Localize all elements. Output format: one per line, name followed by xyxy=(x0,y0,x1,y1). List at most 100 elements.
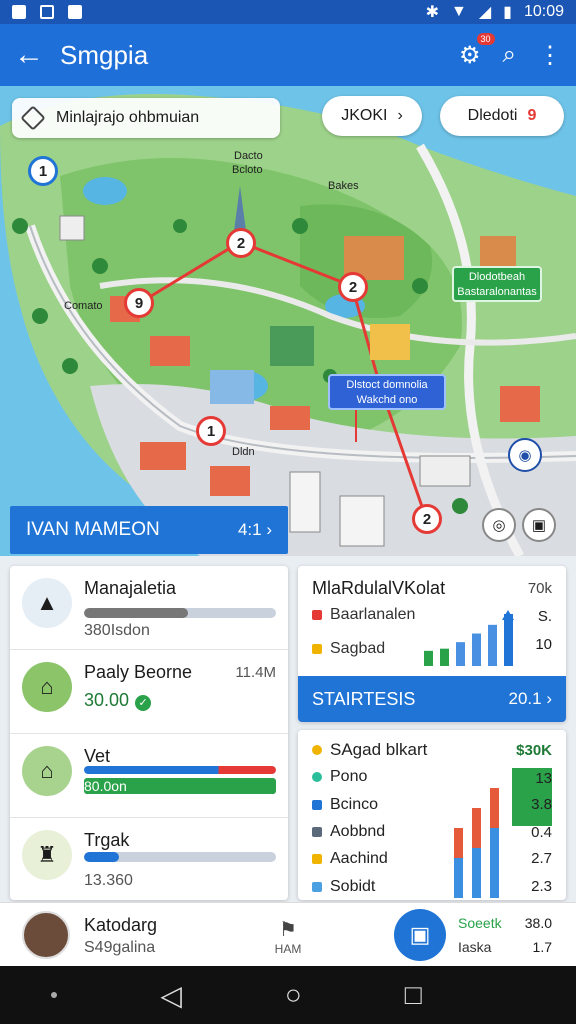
back-arrow-icon[interactable]: ← xyxy=(14,38,54,72)
mini-bar xyxy=(456,642,465,666)
progress-bar xyxy=(84,852,276,862)
breakdown-row: Sobidt xyxy=(312,878,375,896)
statistics-button[interactable]: STAIRTESIS 20.1 › xyxy=(298,676,566,722)
layers-icon[interactable]: ▣ xyxy=(522,508,556,542)
row-swatch xyxy=(312,772,322,782)
list-item-name: Vet xyxy=(84,746,111,766)
map-search-text: Minlajrajo ohbmuian xyxy=(56,109,200,126)
district-label-tag[interactable]: Dlstoct domnolia Wakchd ono xyxy=(328,374,446,410)
temple-icon: ⌂ xyxy=(22,662,72,712)
map-search-bar[interactable]: Minlajrajo ohbmuian xyxy=(12,98,280,138)
map-marker[interactable]: 2 xyxy=(338,272,368,302)
destination-pill-label: Dledoti xyxy=(467,107,518,124)
legend-value: 10 xyxy=(535,636,552,653)
profile-metric-value: 1.7 xyxy=(532,939,552,955)
breakdown-header: SAgad blkart xyxy=(312,740,427,760)
list-item-subtext: 80.0on xyxy=(84,778,127,794)
chevron-right-icon: › xyxy=(397,107,403,124)
map-info-banner[interactable]: IVAN MAMEON 4:1 › xyxy=(10,506,288,554)
app-notification-icon xyxy=(68,5,82,19)
status-time: 10:09 xyxy=(523,3,564,20)
mini-bar xyxy=(488,624,497,666)
legend-swatch xyxy=(312,610,322,620)
map-label-bakes: Bakes xyxy=(328,180,359,192)
mini-bar-chart xyxy=(424,610,514,666)
list-item-subtext: 380Isdon xyxy=(84,622,150,639)
profile-subtext: S49galina xyxy=(84,939,156,956)
map-marker[interactable]: 9 xyxy=(124,288,154,318)
breakdown-row-label: Bcinco xyxy=(330,796,379,813)
compass-icon[interactable]: ◎ xyxy=(482,508,516,542)
mini-bar xyxy=(504,614,513,666)
breakdown-header-label: SAgad blkart xyxy=(330,740,428,759)
back-triangle-icon[interactable]: ◁ xyxy=(160,979,182,1012)
breakdown-row: Pono xyxy=(312,768,367,786)
list-item[interactable]: ♜ Trgak 13.360 xyxy=(10,818,288,902)
progress-bar xyxy=(84,766,276,774)
bluetooth-icon: ✱ xyxy=(425,4,439,21)
filter-pill-button[interactable]: JKOKI › xyxy=(322,96,422,136)
area-tag-line1: Dlodotbeah xyxy=(468,271,526,283)
map-label-dldn: Dldn xyxy=(232,446,255,458)
mini-bar xyxy=(424,650,433,666)
statistics-value: 20.1 › xyxy=(508,689,552,708)
filter-pill-label: JKOKI xyxy=(341,107,388,124)
location-pin-icon[interactable]: ◉ xyxy=(508,438,542,472)
signal-icon: ◢ xyxy=(478,4,492,21)
destination-pill-button[interactable]: Dledoti 9 xyxy=(440,96,564,136)
home-circle-icon[interactable]: ○ xyxy=(285,979,302,1011)
statue-icon: ♜ xyxy=(22,830,72,880)
list-item-subtext: 30.00 ✓ xyxy=(84,690,152,711)
list-item-name: Paaly Beorne xyxy=(84,662,193,682)
progress-fill xyxy=(84,766,276,774)
stack-bar-segment xyxy=(472,848,481,898)
map-marker[interactable]: 2 xyxy=(412,504,442,534)
stats-summary-card: MlaRdulalVKolat 70k Baarlanalen Sagbad S… xyxy=(298,566,566,722)
map-marker[interactable]: 1 xyxy=(28,156,58,186)
breakdown-row-label: Pono xyxy=(330,768,368,785)
recents-square-icon[interactable]: □ xyxy=(405,979,422,1011)
map-label-bcloto: Bcloto xyxy=(232,164,263,176)
list-item[interactable]: ⌂ Paaly Beorne 11.4M 30.00 ✓ xyxy=(10,650,288,734)
overflow-menu-icon[interactable]: ⋮ xyxy=(538,41,562,70)
destination-pill-number: 9 xyxy=(527,107,537,124)
ham-button[interactable]: ⚑ HAM xyxy=(268,917,308,956)
stats-card-title-value: 70k xyxy=(527,580,552,597)
app-bar: ← Smgpia ⚙ 30 ⌕ ⋮ xyxy=(0,24,576,86)
mini-bar xyxy=(440,648,449,666)
nav-dot xyxy=(51,992,58,998)
profile-metric-label: Soeetk xyxy=(458,915,502,931)
legend-value: S. xyxy=(537,608,552,625)
area-tag-line2: Bastaralonantas xyxy=(457,286,537,298)
map-label-comato: Comato xyxy=(64,300,103,312)
row-swatch xyxy=(312,882,322,892)
area-label-tag[interactable]: Dlodotbeah Bastaralonantas xyxy=(452,266,542,302)
breakdown-row: Aachind xyxy=(312,850,388,868)
map-banner-label: IVAN MAMEON xyxy=(26,519,160,540)
avatar[interactable] xyxy=(22,911,70,959)
map-marker[interactable]: 1 xyxy=(196,416,226,446)
breakdown-row-label: Aobbnd xyxy=(330,823,386,840)
list-item[interactable]: ⌂ Vet 80.0on xyxy=(10,734,288,818)
notification-badge: 30 xyxy=(476,32,495,45)
list-item[interactable]: ▲ Manajaletia 380Isdon xyxy=(10,566,288,650)
breakdown-row-value: 13 xyxy=(535,770,552,787)
map-view[interactable]: Minlajrajo ohbmuian JKOKI › Dledoti 9 Da… xyxy=(0,86,576,556)
progress-fill xyxy=(84,852,119,862)
map-label-dacto: Dacto xyxy=(234,150,263,162)
settings-gear-icon[interactable]: ⚙ 30 xyxy=(459,32,495,70)
status-bar: ✱ ▼ ◢ ▮ 10:09 xyxy=(0,0,576,24)
navigation-icon xyxy=(20,105,46,131)
stack-bar-segment xyxy=(454,828,463,858)
flag-icon: ⚑ xyxy=(279,919,297,941)
legend-row: Sagbad xyxy=(312,640,385,658)
search-icon[interactable]: ⌕ xyxy=(503,41,516,69)
home-fab-button[interactable]: ▣ xyxy=(394,909,446,961)
list-item-name: Manajaletia xyxy=(84,578,177,598)
row-swatch xyxy=(312,827,322,837)
wifi-icon: ▼ xyxy=(450,3,467,20)
map-marker[interactable]: 2 xyxy=(226,228,256,258)
profile-bar: Katodarg S49galina ⚑ HAM ▣ Soeetk 38.0 I… xyxy=(0,902,576,966)
breakdown-row-value: 0.4 xyxy=(531,824,552,841)
app-title: Smgpia xyxy=(60,39,149,70)
